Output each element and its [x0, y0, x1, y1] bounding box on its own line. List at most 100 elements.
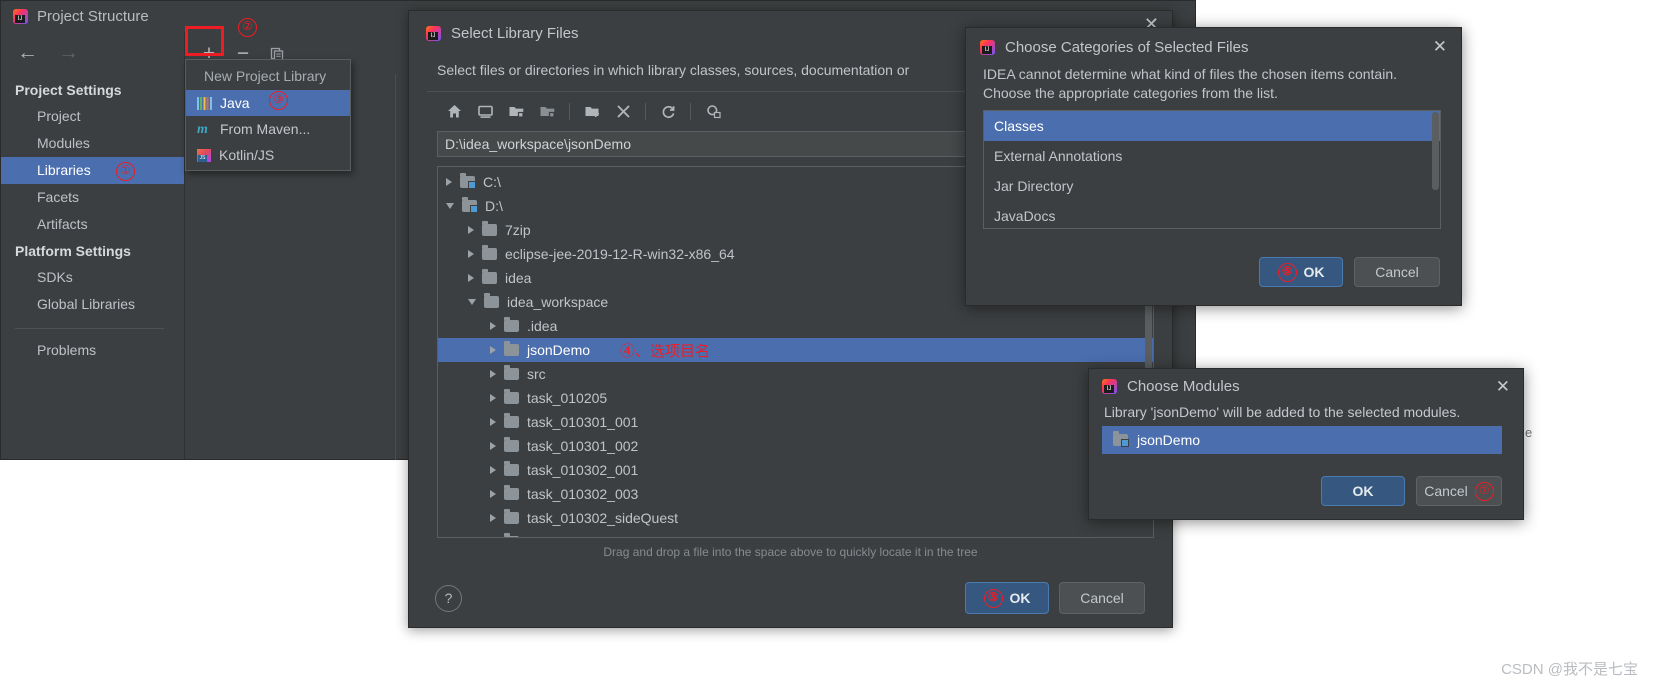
sidebar-group-project-settings: Project Settings	[15, 82, 122, 98]
chevron-right-icon[interactable]	[490, 346, 496, 354]
ok-button[interactable]: ⑤ OK	[965, 582, 1049, 614]
tree-row[interactable]: task_010303	[438, 530, 1153, 537]
new-library-dropdown-menu: New Project Library Java ③ m From Maven.…	[185, 59, 351, 171]
modules-list-item[interactable]: jsonDemo	[1102, 426, 1502, 454]
project-folder-icon[interactable]	[502, 98, 530, 124]
dropdown-item-java[interactable]: Java ③	[186, 90, 350, 116]
folder-icon	[482, 245, 497, 260]
drive-folder-icon	[462, 197, 478, 213]
categories-list[interactable]: Classes External Annotations Jar Directo…	[983, 110, 1441, 229]
chevron-right-icon[interactable]	[490, 514, 496, 522]
tree-row[interactable]: task_010302_001	[438, 458, 1153, 482]
toolbar-divider	[690, 102, 691, 120]
folder-icon	[504, 533, 519, 537]
delete-icon[interactable]	[609, 98, 637, 124]
dialog-description-line2: Choose the appropriate categories from t…	[983, 85, 1278, 101]
help-button[interactable]: ?	[435, 584, 462, 612]
tree-item-label: idea_workspace	[507, 294, 609, 310]
tree-row-selected[interactable]: jsonDemo ④、选项目名	[438, 338, 1153, 362]
sidebar-group-platform-settings: Platform Settings	[15, 243, 131, 259]
page-title: Project Structure	[37, 8, 149, 25]
choose-categories-button-bar: ⑥ OK Cancel	[1259, 257, 1440, 287]
sidebar-item-project[interactable]: Project	[1, 103, 184, 130]
tree-row[interactable]: task_010301_001	[438, 410, 1153, 434]
dropdown-item-kotlin-js[interactable]: Kotlin/JS	[186, 142, 350, 168]
sidebar-item-global-libraries[interactable]: Global Libraries	[1, 291, 184, 318]
refresh-icon[interactable]	[654, 98, 682, 124]
intellij-idea-icon	[980, 39, 995, 55]
tree-row[interactable]: .idea	[438, 314, 1153, 338]
chevron-right-icon[interactable]	[468, 226, 474, 234]
back-arrow-icon[interactable]: ←	[17, 42, 38, 63]
module-label: jsonDemo	[1137, 432, 1201, 448]
show-hidden-icon[interactable]	[699, 98, 727, 124]
drive-folder-icon	[460, 173, 476, 189]
new-folder-icon[interactable]	[578, 98, 606, 124]
tree-row[interactable]: task_010302_003	[438, 482, 1153, 506]
tree-row[interactable]: task_010302_sideQuest	[438, 506, 1153, 530]
chevron-right-icon[interactable]	[490, 370, 496, 378]
category-item-jar-directory[interactable]: Jar Directory	[984, 171, 1440, 201]
edge-text: e	[1525, 425, 1533, 440]
choose-modules-titlebar: Choose Modules	[1089, 369, 1523, 404]
chevron-right-icon[interactable]	[490, 490, 496, 498]
tree-item-label: idea	[505, 270, 532, 286]
project-structure-sidebar: ← → Project Settings Project Modules Lib…	[1, 32, 185, 459]
sidebar-item-facets[interactable]: Facets	[1, 184, 184, 211]
forward-arrow-icon[interactable]: →	[58, 42, 79, 63]
category-item-javadocs[interactable]: JavaDocs	[984, 201, 1440, 228]
dialog-description-line1: IDEA cannot determine what kind of files…	[983, 66, 1398, 82]
watermark: CSDN @我不是七宝	[1501, 661, 1638, 678]
dialog-title: Choose Categories of Selected Files	[1005, 38, 1249, 56]
toolbar-divider	[569, 102, 570, 120]
cancel-button[interactable]: Cancel	[1354, 257, 1440, 287]
folder-icon	[504, 485, 519, 500]
chevron-down-icon[interactable]	[446, 203, 454, 209]
chevron-down-icon[interactable]	[468, 299, 476, 305]
choose-categories-titlebar: Choose Categories of Selected Files	[966, 28, 1461, 66]
add-button-highlight-box	[185, 26, 224, 56]
annotation-marker-5: ⑤	[983, 588, 1003, 608]
categories-scrollbar[interactable]	[1432, 112, 1439, 190]
chevron-right-icon[interactable]	[468, 274, 474, 282]
sidebar-item-modules[interactable]: Modules	[1, 130, 184, 157]
tree-row[interactable]: src	[438, 362, 1153, 386]
chevron-right-icon[interactable]	[490, 418, 496, 426]
chevron-right-icon[interactable]	[446, 178, 452, 186]
ok-button[interactable]: OK	[1321, 476, 1405, 506]
toolbar-divider	[645, 102, 646, 120]
sidebar-item-label: Libraries	[37, 162, 91, 178]
folder-icon	[504, 437, 519, 452]
folder-icon	[504, 461, 519, 476]
chevron-right-icon[interactable]	[490, 466, 496, 474]
desktop-icon[interactable]	[471, 98, 499, 124]
dropdown-item-from-maven[interactable]: m From Maven...	[186, 116, 350, 142]
sidebar-divider	[15, 328, 164, 329]
cancel-button[interactable]: Cancel	[1059, 582, 1145, 614]
ok-button[interactable]: ⑥ OK	[1259, 257, 1343, 287]
sidebar-item-artifacts[interactable]: Artifacts	[1, 211, 184, 238]
dialog-description: Library 'jsonDemo' will be added to the …	[1104, 404, 1461, 420]
tree-item-label: .idea	[527, 318, 558, 334]
cancel-button[interactable]: Cancel ⑦	[1416, 476, 1502, 506]
annotation-marker-3: ③	[269, 91, 288, 110]
tree-item-label: task_010301_002	[527, 438, 639, 454]
sidebar-item-problems[interactable]: Problems	[1, 337, 184, 364]
annotation-marker-1: ①	[116, 162, 135, 181]
close-icon[interactable]: ✕	[1496, 378, 1510, 395]
tree-row[interactable]: task_010301_002	[438, 434, 1153, 458]
ok-button-label: OK	[1009, 590, 1031, 606]
dropdown-item-label: Java	[220, 95, 250, 111]
category-item-external-annotations[interactable]: External Annotations	[984, 141, 1440, 171]
category-item-classes[interactable]: Classes	[984, 111, 1440, 141]
sidebar-item-sdks[interactable]: SDKs	[1, 264, 184, 291]
chevron-right-icon[interactable]	[468, 250, 474, 258]
module-folder-icon[interactable]	[533, 98, 561, 124]
tree-row[interactable]: task_010205	[438, 386, 1153, 410]
chevron-right-icon[interactable]	[490, 394, 496, 402]
chevron-right-icon[interactable]	[490, 442, 496, 450]
home-icon[interactable]	[440, 98, 468, 124]
close-icon[interactable]: ✕	[1433, 38, 1447, 55]
sidebar-item-libraries[interactable]: Libraries ①	[1, 157, 184, 184]
chevron-right-icon[interactable]	[490, 322, 496, 330]
